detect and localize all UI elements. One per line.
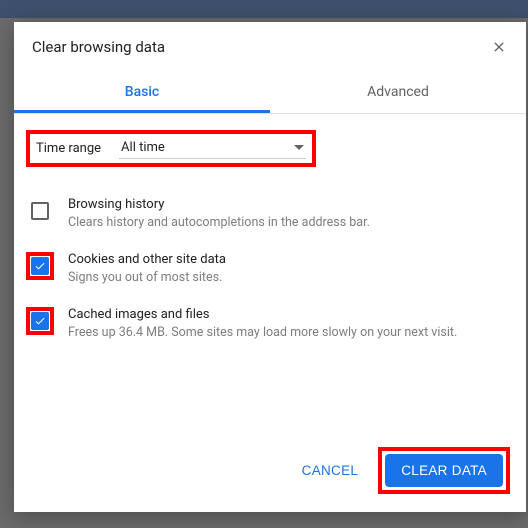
clear-data-button[interactable]: CLEAR DATA	[385, 454, 503, 487]
clear-browsing-data-dialog: Clear browsing data Basic Advanced Time …	[14, 22, 526, 512]
tab-basic[interactable]: Basic	[14, 72, 270, 113]
chevron-down-icon	[294, 145, 304, 150]
checkbox-highlight	[26, 307, 54, 335]
option-desc: Signs you out of most sites.	[68, 270, 514, 287]
option-desc: Clears history and autocompletions in th…	[68, 215, 514, 232]
tabs: Basic Advanced	[14, 72, 526, 114]
time-range-highlight: Time range All time	[26, 130, 316, 167]
checkbox[interactable]	[31, 312, 49, 330]
tab-advanced[interactable]: Advanced	[270, 72, 526, 113]
checkbox-highlight	[26, 197, 54, 225]
dialog-title: Clear browsing data	[32, 38, 165, 56]
checkbox[interactable]	[31, 202, 49, 220]
option-title: Cookies and other site data	[68, 252, 514, 267]
option-desc: Frees up 36.4 MB. Some sites may load mo…	[68, 325, 514, 342]
close-icon[interactable]	[490, 38, 508, 56]
clear-data-highlight: CLEAR DATA	[378, 447, 510, 494]
checkbox-highlight	[26, 252, 54, 280]
time-range-value: All time	[121, 140, 165, 155]
time-range-label: Time range	[36, 141, 101, 156]
option-title: Browsing history	[68, 197, 514, 212]
checkbox[interactable]	[31, 257, 49, 275]
option-row: Cookies and other site data Signs you out…	[26, 242, 514, 297]
time-range-select[interactable]: All time	[119, 138, 306, 159]
option-row: Cached images and files Frees up 36.4 MB.…	[26, 297, 514, 352]
option-row: Browsing history Clears history and autoc…	[26, 187, 514, 242]
option-title: Cached images and files	[68, 307, 514, 322]
cancel-button[interactable]: CANCEL	[288, 455, 373, 486]
